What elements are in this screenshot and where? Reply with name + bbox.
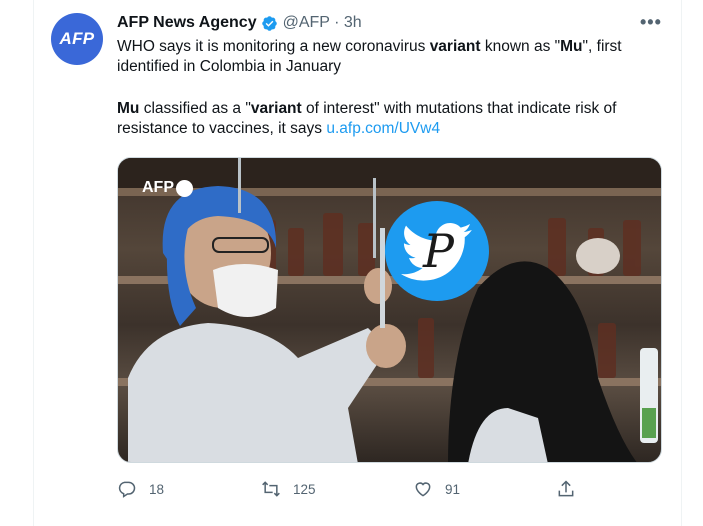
tweet-header: AFP News Agency @AFP · 3h: [117, 14, 362, 32]
photo-scene: [118, 158, 661, 462]
tweet-text: WHO says it is monitoring a new coronavi…: [117, 37, 662, 139]
reply-icon: [118, 481, 136, 498]
author-name[interactable]: AFP News Agency: [117, 14, 257, 32]
verified-badge-icon: [261, 15, 278, 32]
reply-count: 18: [149, 481, 165, 497]
retweet-count: 125: [293, 481, 316, 497]
tweet-actions: 18 125 91: [0, 479, 703, 501]
watermark-letter: P: [423, 224, 454, 278]
like-count: 91: [445, 481, 461, 497]
share-button[interactable]: [556, 479, 588, 499]
avatar[interactable]: AFP: [51, 13, 103, 65]
bold-text: Mu: [560, 38, 583, 55]
text-run: known as ": [480, 38, 561, 55]
bold-text: Mu: [117, 100, 140, 117]
handle-and-time[interactable]: @AFP · 3h: [283, 14, 362, 32]
more-options-icon[interactable]: •••: [640, 12, 662, 33]
tweet-paragraph-2: Mu classified as a "variant of interest"…: [117, 99, 662, 139]
twitter-bird-icon: P: [385, 201, 489, 301]
afp-logo-text: AFP: [142, 179, 174, 196]
tweet-media-image[interactable]: [117, 157, 662, 463]
like-button[interactable]: 91: [413, 479, 460, 499]
bold-text: variant: [250, 100, 302, 117]
card-border-right: [681, 0, 682, 526]
tweet-paragraph-1: WHO says it is monitoring a new coronavi…: [117, 37, 662, 77]
bold-text: variant: [429, 38, 481, 55]
reply-button[interactable]: 18: [117, 479, 164, 499]
text-run: classified as a ": [139, 100, 251, 117]
text-run: WHO says it is monitoring a new coronavi…: [117, 38, 430, 55]
tweet-link[interactable]: u.afp.com/UVw4: [326, 120, 440, 137]
card-border-left: [33, 0, 34, 526]
heart-icon: [415, 482, 431, 497]
afp-media-logo: AFP: [142, 179, 193, 197]
retweet-icon: [262, 481, 280, 497]
retweet-button[interactable]: 125: [261, 479, 316, 499]
share-icon: [558, 480, 574, 497]
afp-logo-dot: [176, 179, 193, 197]
